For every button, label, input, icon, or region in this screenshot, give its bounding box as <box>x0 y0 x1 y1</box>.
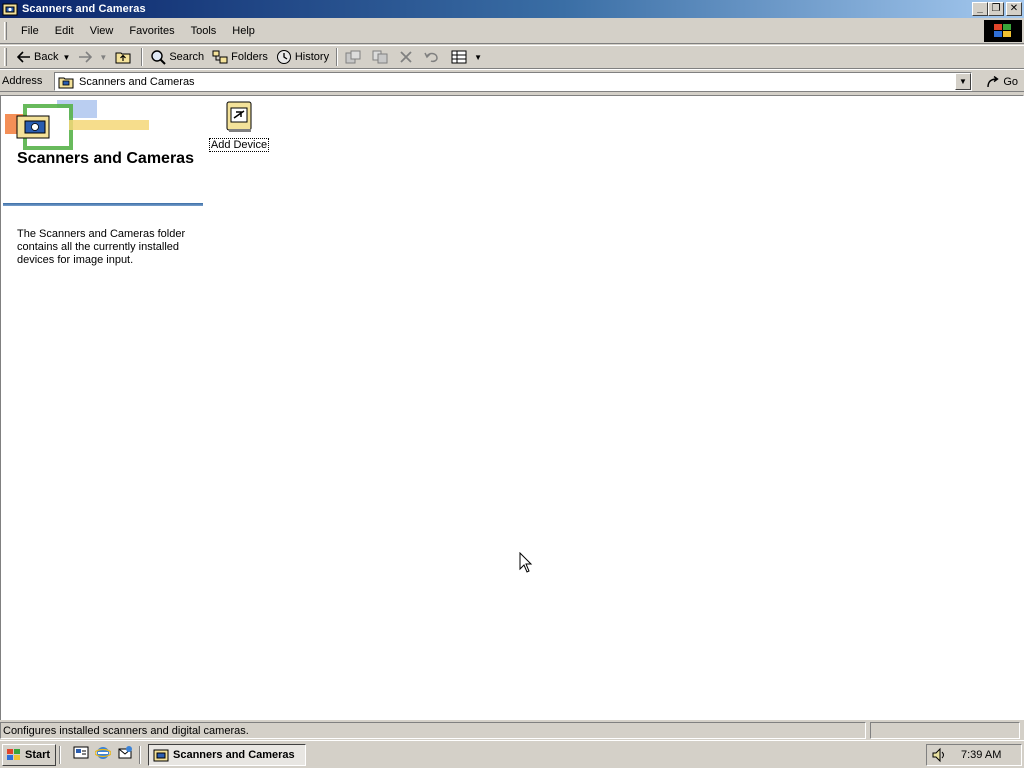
clock[interactable]: 7:39 AM <box>961 749 1001 761</box>
go-label: Go <box>1003 75 1018 88</box>
close-button[interactable]: ✕ <box>1006 2 1022 16</box>
back-arrow-icon <box>17 51 30 63</box>
menu-help[interactable]: Help <box>224 22 263 40</box>
standard-toolbar: Back ▼ ▼ Search Folders History ▼ <box>0 45 1024 69</box>
folders-icon <box>212 50 228 64</box>
folders-label: Folders <box>231 51 268 63</box>
address-dropdown-icon[interactable]: ▼ <box>955 73 971 90</box>
address-label: Address <box>2 74 43 87</box>
mouse-cursor-icon <box>519 551 533 577</box>
back-label: Back <box>34 51 59 63</box>
toolbar-separator <box>141 48 144 66</box>
up-folder-icon <box>115 52 131 64</box>
go-arrow-icon <box>987 75 1000 87</box>
undo-button[interactable] <box>420 46 447 68</box>
show-desktop-icon[interactable] <box>73 745 89 764</box>
windows-logo-icon <box>984 20 1022 42</box>
folder-description: The Scanners and Cameras folder contains… <box>17 228 186 266</box>
add-device-label: Add Device <box>208 138 270 152</box>
search-button[interactable]: Search <box>146 46 208 68</box>
menu-tools[interactable]: Tools <box>183 22 225 40</box>
scanner-camera-folder-icon <box>2 2 18 16</box>
forward-dropdown-icon[interactable]: ▼ <box>99 53 107 62</box>
views-icon <box>451 50 467 64</box>
taskbar-separator <box>59 745 61 764</box>
views-dropdown-icon[interactable]: ▼ <box>474 53 482 62</box>
quick-launch <box>70 745 136 764</box>
folder-title: Scanners and Cameras <box>17 150 194 167</box>
delete-button[interactable] <box>395 46 420 68</box>
volume-icon[interactable] <box>931 747 947 763</box>
back-dropdown-icon[interactable]: ▼ <box>62 53 70 62</box>
copy-to-button[interactable] <box>368 46 395 68</box>
title-bar[interactable]: Scanners and Cameras _ ❐ ✕ <box>0 0 1024 18</box>
title-divider <box>3 203 203 206</box>
system-tray: 7:39 AM <box>926 744 1022 766</box>
toolbar-separator <box>336 48 339 66</box>
taskbar-window-label: Scanners and Cameras <box>173 748 295 761</box>
menu-file[interactable]: File <box>13 22 47 40</box>
web-view-pane: Scanners and Cameras The Scanners and Ca… <box>1 96 205 720</box>
move-to-icon <box>345 50 361 64</box>
taskbar: Start Scanners and Cameras 7:39 AM <box>0 740 1024 768</box>
up-folder-button[interactable] <box>111 46 138 68</box>
copy-to-icon <box>372 50 388 64</box>
start-label: Start <box>25 748 51 761</box>
history-label: History <box>294 51 330 63</box>
status-bar: Configures installed scanners and digita… <box>0 721 1024 740</box>
history-button[interactable]: History <box>272 46 333 68</box>
toolbar-grip[interactable] <box>4 48 7 66</box>
folders-button[interactable]: Folders <box>208 46 272 68</box>
address-input[interactable]: Scanners and Cameras ▼ <box>54 72 972 91</box>
taskbar-window-button[interactable]: Scanners and Cameras <box>148 743 306 766</box>
scanner-camera-folder-icon <box>58 77 74 88</box>
search-icon <box>151 50 167 65</box>
menu-bar: File Edit View Favorites Tools Help <box>0 18 1024 44</box>
windows-flag-icon <box>7 748 20 760</box>
minimize-button[interactable]: _ <box>972 2 988 16</box>
menu-view[interactable]: View <box>82 22 122 40</box>
back-button[interactable]: Back ▼ <box>13 46 74 68</box>
folder-view[interactable]: Scanners and Cameras The Scanners and Ca… <box>0 95 1024 720</box>
undo-icon <box>424 52 438 63</box>
maximize-button[interactable]: ❐ <box>988 2 1004 16</box>
scanner-camera-folder-icon <box>153 749 169 761</box>
delete-icon <box>400 51 412 63</box>
address-bar: Address Scanners and Cameras ▼ Go <box>0 69 1024 92</box>
forward-button[interactable]: ▼ <box>74 46 111 68</box>
views-button[interactable]: ▼ <box>447 46 486 68</box>
menu-edit[interactable]: Edit <box>47 22 82 40</box>
status-pane <box>870 722 1020 739</box>
menu-favorites[interactable]: Favorites <box>121 22 182 40</box>
status-text: Configures installed scanners and digita… <box>0 722 866 739</box>
menubar-grip[interactable] <box>4 21 7 40</box>
move-to-button[interactable] <box>341 46 368 68</box>
forward-arrow-icon <box>79 51 93 63</box>
outlook-express-icon[interactable] <box>117 745 133 764</box>
window-title: Scanners and Cameras <box>22 3 146 15</box>
internet-explorer-icon[interactable] <box>94 745 112 764</box>
start-button[interactable]: Start <box>2 743 56 766</box>
folder-banner-graphic <box>3 98 153 150</box>
go-button[interactable]: Go <box>986 72 1018 91</box>
search-label: Search <box>169 51 205 63</box>
history-icon <box>276 50 291 64</box>
add-device-icon <box>226 101 252 132</box>
taskbar-separator <box>139 745 141 764</box>
address-value: Scanners and Cameras <box>79 75 195 88</box>
add-device-item[interactable]: Add Device <box>207 100 271 152</box>
